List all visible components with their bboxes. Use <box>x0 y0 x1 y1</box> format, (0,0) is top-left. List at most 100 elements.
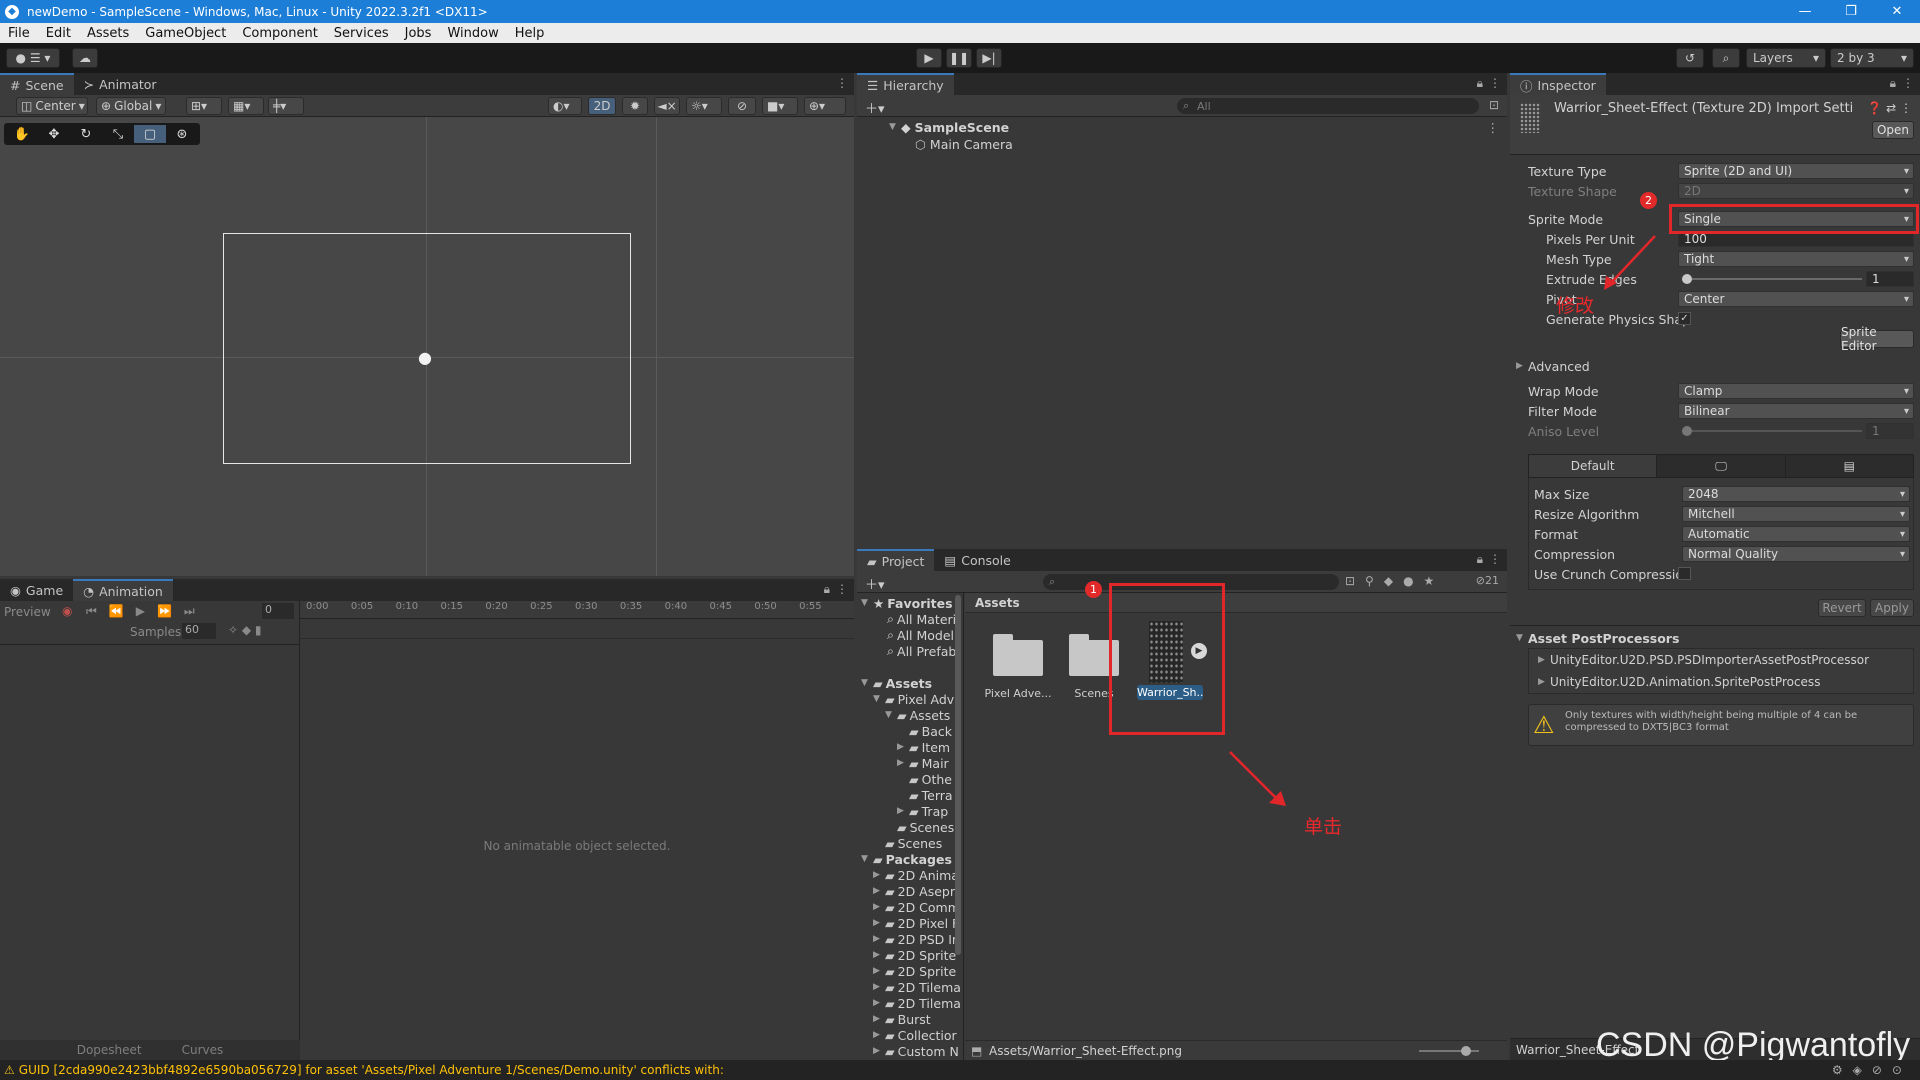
asset-label[interactable]: Scenes <box>1057 687 1131 700</box>
tab-game[interactable]: ◉ Game <box>0 579 73 601</box>
chevron-right-icon[interactable]: ▶ <box>873 998 885 1008</box>
chevron-right-icon[interactable]: ▶ <box>897 742 909 752</box>
scene-root-row[interactable]: ▼ ◆ SampleScene ⋮ <box>889 119 1507 135</box>
filter-icons[interactable]: ⊡⚲◆●★ <box>1345 574 1444 588</box>
tree-item[interactable]: ▶ ▰ Collectior <box>873 1027 957 1043</box>
menu-help[interactable]: Help <box>507 26 553 41</box>
search-button[interactable]: ⌕ <box>1712 48 1740 68</box>
lock-icon[interactable]: 🔒︎ <box>824 582 830 597</box>
chevron-down-icon[interactable]: ▼ <box>861 678 873 688</box>
chevron-right-icon[interactable]: ▶ <box>873 1046 885 1056</box>
scale-tool-icon[interactable]: ⤡ <box>102 125 134 143</box>
lighting-toggle[interactable]: ✹ <box>622 97 648 115</box>
cloud-button[interactable]: ☁ <box>72 48 98 68</box>
sprite-thumbnail[interactable] <box>1149 621 1183 683</box>
layout-dropdown[interactable]: 2 by 3 ▾ <box>1830 48 1914 68</box>
folder-icon[interactable] <box>1069 634 1119 676</box>
increment-snap-toggle[interactable]: ╪▾ <box>268 97 304 115</box>
2d-toggle[interactable]: 2D <box>588 97 616 115</box>
visibility-toggle[interactable]: ⊘ <box>728 97 756 115</box>
asset-label[interactable]: Pixel Adve... <box>981 687 1055 700</box>
menu-component[interactable]: Component <box>234 26 325 41</box>
chevron-right-icon[interactable]: ▶ <box>873 934 885 944</box>
tree-item[interactable]: ▼ ▰ Pixel Adv <box>873 691 954 707</box>
help-settings-icons[interactable]: ❓ ⇄ ⋮ <box>1867 101 1912 115</box>
tree-item[interactable]: ▼ ▰ Assets <box>861 675 932 691</box>
playback-controls[interactable]: ⏮⏪▶⏩⏭ <box>86 604 207 619</box>
status-bar[interactable]: ⚠ GUID [2cda990e2423bbf4892e6590ba056729… <box>0 1060 1920 1080</box>
platform-tab-default[interactable]: Default <box>1529 455 1657 477</box>
tree-item[interactable]: ▶ ▰ 2D Pixel F <box>873 915 959 931</box>
samples-field[interactable]: 60 <box>182 623 216 639</box>
sprite-mode-dropdown[interactable]: Single <box>1678 211 1914 227</box>
more-icon[interactable]: ⋮ <box>1487 120 1500 135</box>
tab-hierarchy[interactable]: ☰ Hierarchy <box>857 73 954 95</box>
tree-item[interactable]: ▰ Scenes <box>885 819 954 835</box>
camera-dropdown[interactable]: ■▾ <box>762 97 798 115</box>
chevron-down-icon[interactable]: ▼ <box>873 694 885 704</box>
extrude-edges-field[interactable]: 1 <box>1866 271 1914 287</box>
lock-icon[interactable]: 🔒︎ <box>1477 76 1483 91</box>
resize-algorithm-dropdown[interactable]: Mitchell <box>1682 506 1910 522</box>
rect-tool-icon[interactable]: ▢ <box>134 125 166 143</box>
mesh-type-dropdown[interactable]: Tight <box>1678 251 1914 267</box>
tree-item[interactable]: ▰ Othe <box>897 771 952 787</box>
tree-item[interactable]: ▶ ▰ Custom N <box>873 1043 959 1059</box>
favorites-header[interactable]: ▼ ★ Favorites <box>861 595 953 611</box>
open-button[interactable]: Open <box>1872 121 1914 139</box>
frame-field[interactable]: 0 <box>262 603 294 619</box>
global-dropdown[interactable]: ⊕ Global ▾ <box>96 97 166 115</box>
sprite-editor-button[interactable]: Sprite Editor <box>1840 325 1914 353</box>
postprocessor-item[interactable]: ▶ UnityEditor.U2D.PSD.PSDImporterAssetPos… <box>1510 650 1920 670</box>
menu-edit[interactable]: Edit <box>38 26 79 41</box>
more-icon[interactable]: ⋮ <box>1902 76 1914 90</box>
max-size-dropdown[interactable]: 2048 <box>1682 486 1910 502</box>
folder-icon[interactable] <box>993 634 1043 676</box>
format-dropdown[interactable]: Automatic <box>1682 526 1910 542</box>
step-button[interactable]: ▶| <box>976 48 1002 68</box>
tree-item[interactable]: ▶ ▰ 2D Sprite <box>873 963 956 979</box>
create-asset-button[interactable]: ＋▾ <box>865 574 885 593</box>
tree-item[interactable]: ▶ ▰ 2D Comm <box>873 899 960 915</box>
tree-item[interactable]: ▶ ▰ 2D Asepri <box>873 883 958 899</box>
tab-console[interactable]: ▤ Console <box>934 549 1020 571</box>
maximize-button[interactable]: ❐ <box>1828 0 1874 23</box>
wrap-mode-dropdown[interactable]: Clamp <box>1678 383 1914 399</box>
tree-item[interactable]: ▶ ▰ 2D Tilema <box>873 979 961 995</box>
curves-tab[interactable]: Curves <box>182 1043 224 1057</box>
favorites-item[interactable]: ⌕ All Materi <box>887 611 956 627</box>
tree-item[interactable]: ▼ ▰ Packages <box>861 851 952 867</box>
transform-tool-icon[interactable]: ⊛ <box>166 125 198 143</box>
chevron-right-icon[interactable]: ▶ <box>873 982 885 992</box>
tree-item[interactable]: ▰ Back <box>897 723 952 739</box>
tree-item[interactable]: ▶ ▰ Item <box>897 739 950 755</box>
tree-item[interactable]: ▶ ▰ Trap <box>897 803 948 819</box>
tree-item[interactable]: ▶ ▰ 2D Tilema <box>873 995 961 1011</box>
more-icon[interactable]: ⋮ <box>1489 76 1501 90</box>
chevron-right-icon[interactable]: ▶ <box>873 1014 885 1024</box>
favorites-item[interactable]: ⌕ All Model <box>887 627 954 643</box>
tree-item[interactable]: ▶ ▰ 2D Sprite <box>873 947 956 963</box>
draw-mode-dropdown[interactable]: ◐▾ <box>548 97 582 115</box>
texture-type-dropdown[interactable]: Sprite (2D and UI) <box>1678 163 1914 179</box>
platform-tab-standalone[interactable]: 🖵 <box>1656 455 1784 477</box>
menu-gameobject[interactable]: GameObject <box>137 26 234 41</box>
pause-button[interactable]: ❚❚ <box>946 48 972 68</box>
compression-dropdown[interactable]: Normal Quality <box>1682 546 1910 562</box>
hidden-count[interactable]: ⊘21 <box>1476 574 1499 587</box>
keyframe-icons[interactable]: ✧ ◆ ▮ <box>228 623 262 637</box>
scene-viewport[interactable]: ● ✋ ✥ ↻ ⤡ ▢ ⊛ <box>0 117 854 576</box>
play-button[interactable]: ▶ <box>916 48 942 68</box>
camera-gizmo-icon[interactable]: ● <box>418 348 432 367</box>
chevron-right-icon[interactable]: ▶ <box>873 902 885 912</box>
expand-sprite-icon[interactable]: ▶ <box>1191 643 1207 659</box>
postprocessor-item[interactable]: ▶ UnityEditor.U2D.Animation.SpritePostPro… <box>1510 672 1920 692</box>
menu-window[interactable]: Window <box>439 26 506 41</box>
tree-item[interactable]: ▶ ▰ 2D PSD Ir <box>873 931 957 947</box>
account-button[interactable]: ● ☰ ▾ <box>6 48 60 68</box>
breadcrumb[interactable]: Assets <box>975 596 1020 610</box>
revert-button[interactable]: Revert <box>1818 599 1866 617</box>
tree-item[interactable]: ▼ ▰ Assets <box>885 707 950 723</box>
tree-item[interactable]: ▶ ▰ 2D Anima <box>873 867 959 883</box>
platform-tab-server[interactable]: ▤ <box>1784 455 1913 477</box>
